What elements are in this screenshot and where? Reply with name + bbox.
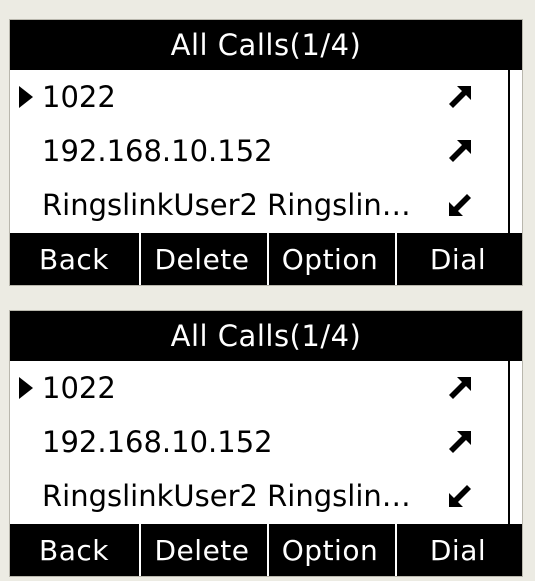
- call-list: 1022 192.168.10.152 RingslinkUser2 Rings…: [10, 361, 522, 525]
- call-list: 1022 192.168.10.152 RingslinkUser2 Rings…: [10, 70, 522, 234]
- incoming-call-icon: [440, 483, 480, 509]
- phone-screen-bottom: All Calls(1/4) 1022 192.168.10.152 Rings…: [0, 291, 535, 581]
- outgoing-call-icon: [440, 375, 480, 401]
- back-button[interactable]: Back: [13, 524, 135, 576]
- call-row-3[interactable]: RingslinkUser2 Ringslin…: [10, 469, 480, 523]
- call-row-2[interactable]: 192.168.10.152: [10, 415, 480, 469]
- outgoing-call-icon: [440, 138, 480, 164]
- call-number: 1022: [42, 80, 116, 114]
- selection-cursor-icon: [10, 377, 42, 399]
- call-number: 1022: [42, 371, 116, 405]
- lcd-screen: All Calls(1/4) 1022 192.168.10.152 Rings…: [9, 310, 523, 577]
- call-number: RingslinkUser2 Ringslin…: [42, 188, 411, 222]
- option-button[interactable]: Option: [267, 524, 391, 576]
- call-number: 192.168.10.152: [42, 425, 273, 459]
- softkey-bar: Back Delete Option Dial: [10, 524, 522, 576]
- dial-button[interactable]: Dial: [395, 233, 519, 285]
- call-row-3[interactable]: RingslinkUser2 Ringslin…: [10, 178, 480, 232]
- selection-cursor-icon: [10, 86, 42, 108]
- call-row-1[interactable]: 1022: [10, 70, 480, 124]
- option-button[interactable]: Option: [267, 233, 391, 285]
- outgoing-call-icon: [440, 429, 480, 455]
- dial-button[interactable]: Dial: [395, 524, 519, 576]
- scrollbar[interactable]: [508, 361, 522, 525]
- page-title: All Calls(1/4): [10, 311, 522, 361]
- call-row-1[interactable]: 1022: [10, 361, 480, 415]
- outgoing-call-icon: [440, 84, 480, 110]
- softkey-bar: Back Delete Option Dial: [10, 233, 522, 285]
- phone-screen-top: All Calls(1/4) 1022 192.168.10.152 Rings…: [0, 0, 535, 290]
- scrollbar[interactable]: [508, 70, 522, 234]
- call-number: 192.168.10.152: [42, 134, 273, 168]
- call-row-2[interactable]: 192.168.10.152: [10, 124, 480, 178]
- incoming-call-icon: [440, 192, 480, 218]
- delete-button[interactable]: Delete: [139, 233, 263, 285]
- page-title: All Calls(1/4): [10, 20, 522, 70]
- call-number: RingslinkUser2 Ringslin…: [42, 479, 411, 513]
- lcd-screen: All Calls(1/4) 1022 192.168.10.152 Rings…: [9, 19, 523, 286]
- delete-button[interactable]: Delete: [139, 524, 263, 576]
- back-button[interactable]: Back: [13, 233, 135, 285]
